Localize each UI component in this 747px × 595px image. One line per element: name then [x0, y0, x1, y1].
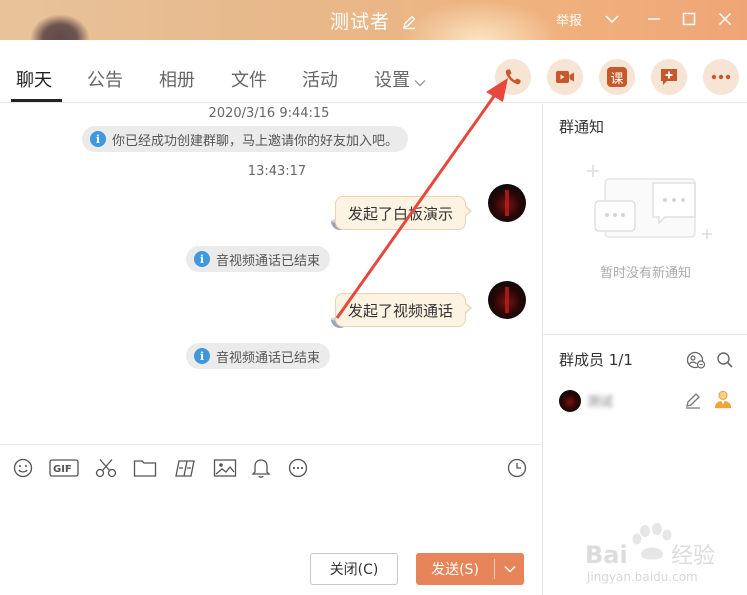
- video-call-button[interactable]: [547, 59, 583, 95]
- search-icon[interactable]: [715, 350, 735, 370]
- close-button[interactable]: 关闭(C): [310, 553, 398, 585]
- system-notice: i 音视频通话已结束: [186, 246, 331, 272]
- chevron-down-icon[interactable]: [601, 8, 623, 30]
- member-manage-icon[interactable]: [686, 350, 706, 370]
- bell-icon[interactable]: [250, 457, 272, 479]
- message-bubble[interactable]: 发起了视频通话: [335, 293, 473, 327]
- tab-files[interactable]: 文件: [231, 66, 267, 92]
- tab-activities[interactable]: 活动: [302, 66, 338, 92]
- lesson-icon: 课: [607, 67, 627, 87]
- tab-settings[interactable]: 设置: [374, 66, 426, 92]
- chat-messages: 2020/3/16 9:44:15 i 你已经成功创建群聊，马上邀请你的好友加入…: [0, 104, 542, 444]
- report-link[interactable]: 举报: [556, 10, 582, 29]
- image-icon[interactable]: [213, 457, 237, 479]
- group-notice-title: 群通知: [559, 118, 605, 136]
- baidu-jingyan-watermark: Bai 经验 jingyan.baidu.com: [579, 521, 729, 589]
- system-notice-text: 你已经成功创建群聊，马上邀请你的好友加入吧。: [112, 133, 399, 149]
- active-tab-indicator: [11, 99, 62, 102]
- info-icon: i: [194, 251, 210, 267]
- message-bubble[interactable]: 发起了白板演示: [335, 196, 473, 230]
- more-button[interactable]: [703, 59, 739, 95]
- title-bar: 测试者 举报: [0, 0, 747, 44]
- voice-call-button[interactable]: [495, 59, 531, 95]
- avatar[interactable]: [488, 281, 526, 319]
- empty-notice-illustration: [583, 159, 713, 253]
- tab-announcement[interactable]: 公告: [87, 66, 123, 92]
- message-text: 发起了白板演示: [348, 204, 454, 223]
- input-toolbar: GIF: [0, 444, 542, 488]
- member-name[interactable]: 测试: [587, 391, 613, 410]
- svg-text:经验: 经验: [671, 544, 715, 569]
- gif-icon[interactable]: GIF: [49, 457, 79, 479]
- member-count-title: 群成员 1/1: [559, 351, 633, 369]
- window-title: 测试者: [329, 11, 390, 33]
- system-notice-text: 音视频通话已结束: [216, 253, 321, 269]
- message-timestamp: 13:43:17: [247, 164, 307, 179]
- close-icon[interactable]: [714, 8, 736, 30]
- tab-bar: 聊天 公告 相册 文件 活动 设置 课: [0, 40, 747, 103]
- folder-icon[interactable]: [133, 457, 157, 479]
- svg-text:GIF: GIF: [53, 464, 72, 475]
- message-text: 发起了视频通话: [348, 301, 454, 320]
- send-button-label: 发送(S): [431, 562, 479, 578]
- phone-icon: [505, 69, 521, 85]
- tab-album[interactable]: 相册: [159, 66, 195, 92]
- edit-title-icon[interactable]: [401, 14, 417, 34]
- maximize-icon[interactable]: [678, 8, 700, 30]
- bubble-tail: [464, 302, 473, 314]
- watermark-brand: Bai: [585, 541, 628, 569]
- group-side-panel: 群通知 暂时没有新通知 群成员 1/1 测试 Bai 经验 jingyan.ba…: [542, 104, 747, 595]
- lesson-button[interactable]: 课: [599, 59, 635, 95]
- panel-divider: [543, 334, 747, 335]
- tab-chat[interactable]: 聊天: [16, 66, 52, 92]
- scissors-icon[interactable]: [94, 457, 118, 479]
- info-icon: i: [194, 348, 210, 364]
- info-icon: i: [90, 131, 106, 147]
- tab-settings-label: 设置: [374, 70, 410, 91]
- system-notice: i 音视频通话已结束: [186, 343, 331, 369]
- watermark-url: jingyan.baidu.com: [586, 570, 698, 584]
- emoji-icon[interactable]: [12, 457, 34, 479]
- bubble-tail: [464, 205, 473, 217]
- message-input-area[interactable]: 关闭(C) 发送(S): [0, 488, 542, 595]
- member-avatar[interactable]: [559, 390, 581, 412]
- system-notice: i 你已经成功创建群聊，马上邀请你的好友加入吧。: [82, 126, 409, 152]
- chat-plus-icon: [661, 69, 677, 85]
- empty-notice-text: 暂时没有新通知: [599, 266, 691, 281]
- chevron-down-icon: [414, 71, 426, 92]
- history-clock-icon[interactable]: [506, 457, 528, 479]
- send-button[interactable]: 发送(S): [416, 553, 524, 585]
- more-dots-icon[interactable]: [287, 457, 309, 479]
- message-timestamp: 2020/3/16 9:44:15: [208, 106, 330, 121]
- group-owner-icon: [713, 389, 733, 409]
- add-app-button[interactable]: [651, 59, 687, 95]
- screenshot-tools-icon[interactable]: [173, 457, 197, 479]
- system-notice-text: 音视频通话已结束: [216, 350, 321, 366]
- chevron-down-icon[interactable]: [495, 565, 524, 573]
- avatar[interactable]: [488, 184, 526, 222]
- minimize-icon[interactable]: [643, 8, 665, 30]
- video-camera-icon: [556, 71, 574, 83]
- edit-icon[interactable]: [683, 390, 703, 410]
- more-dots-icon: [711, 74, 731, 80]
